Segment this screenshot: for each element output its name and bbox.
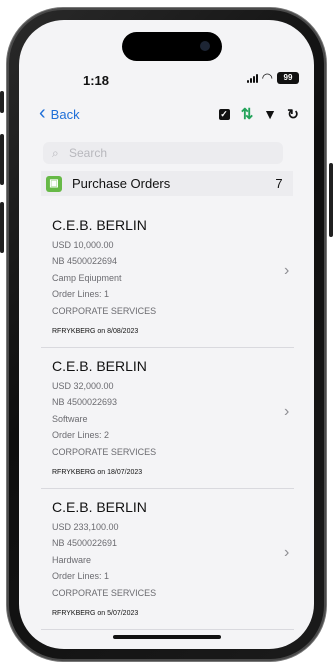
signal-icon [246, 73, 258, 83]
toolbar: ✓ ⇅ ▼ ↻ [217, 105, 300, 123]
order-amount: USD 233,100.00 [52, 522, 119, 532]
navigation-bar: ‹ Back ✓ ⇅ ▼ ↻ [39, 102, 300, 124]
volume-up-button [0, 134, 4, 185]
checkbox-icon: ✓ [218, 108, 230, 120]
search-input[interactable] [69, 146, 269, 160]
supplier-name: C.E.B. BERLIN [52, 499, 147, 515]
order-number: NB 4500022693 [52, 397, 118, 407]
filter-icon: ▼ [263, 106, 277, 122]
order-amount: USD 10,000.00 [52, 240, 114, 250]
created-by: RFRYKBERG on 5/07/2023 [52, 610, 139, 617]
order-lines: Order Lines: 1 [52, 571, 110, 581]
sort-icon: ⇅ [240, 106, 254, 123]
chevron-right-icon: › [284, 262, 290, 279]
ringer-switch [0, 91, 4, 113]
dynamic-island [122, 32, 222, 61]
purchase-order-count: 7 [275, 176, 283, 191]
order-amount: USD 32,000.00 [52, 381, 114, 391]
created-by: RFRYKBERG on 18/07/2023 [52, 469, 143, 476]
created-by: RFRYKBERG on 8/08/2023 [52, 328, 139, 335]
home-indicator[interactable] [113, 635, 221, 639]
order-category: Hardware [52, 555, 92, 565]
purchase-order-list: C.E.B. BERLIN USD 10,000.00 NB 450002269… [41, 207, 294, 630]
purchase-order-row[interactable]: C.E.B. BERLIN USD 10,000.00 NB 450002269… [41, 207, 294, 348]
battery-indicator: 99 [277, 71, 299, 84]
refresh-icon: ↻ [287, 105, 299, 122]
order-number: NB 4500022694 [52, 256, 118, 266]
shopping-cart-icon: ▣ [46, 175, 62, 192]
order-category: Software [52, 414, 88, 424]
filter-button[interactable]: ▼ [263, 106, 277, 122]
app-screen: 1:18 ◠ 99 ‹ Back ✓ ⇅ ▼ ↻ ⌕ Search ▣ Purc… [19, 20, 314, 649]
sort-button[interactable]: ⇅ [240, 106, 254, 123]
refresh-button[interactable]: ↻ [286, 105, 300, 122]
order-department: CORPORATE SERVICES [52, 306, 157, 316]
order-lines: Order Lines: 1 [52, 289, 110, 299]
select-button[interactable]: ✓ [217, 107, 231, 121]
search-icon: ⌕ [52, 145, 59, 160]
back-label: Back [50, 106, 80, 122]
supplier-name: C.E.B. BERLIN [52, 358, 147, 374]
order-number: NB 4500022691 [52, 538, 118, 548]
supplier-name: C.E.B. BERLIN [52, 217, 147, 233]
status-icons: ◠ 99 [246, 70, 299, 85]
chevron-right-icon: › [284, 403, 290, 420]
purchase-order-row[interactable]: C.E.B. BERLIN USD 32,000.00 NB 450002269… [41, 348, 294, 489]
phone-frame: 1:18 ◠ 99 ‹ Back ✓ ⇅ ▼ ↻ ⌕ Search ▣ Purc… [7, 8, 326, 661]
order-department: CORPORATE SERVICES [52, 588, 157, 598]
purchase-order-row[interactable]: C.E.B. BERLIN USD 233,100.00 NB 45000226… [41, 489, 294, 630]
section-title: Purchase Orders [72, 176, 171, 191]
order-category: Camp Eqiupment [52, 273, 122, 283]
chevron-right-icon: › [284, 544, 290, 561]
wifi-icon: ◠ [261, 70, 273, 85]
status-time: 1:18 [83, 73, 110, 88]
device-screenshot: 1:18 ◠ 99 ‹ Back ✓ ⇅ ▼ ↻ ⌕ Search ▣ Purc… [0, 0, 333, 669]
chevron-left-icon: ‹ [39, 102, 46, 124]
order-lines: Order Lines: 2 [52, 430, 110, 440]
power-button [329, 163, 333, 237]
volume-down-button [0, 202, 4, 253]
camera-icon [200, 41, 210, 51]
search-bar[interactable]: ⌕ [43, 142, 283, 164]
back-button[interactable]: ‹ Back [39, 102, 80, 124]
purchase-orders-section-header: ▣ Purchase Orders 7 [41, 171, 293, 196]
order-department: CORPORATE SERVICES [52, 447, 157, 457]
